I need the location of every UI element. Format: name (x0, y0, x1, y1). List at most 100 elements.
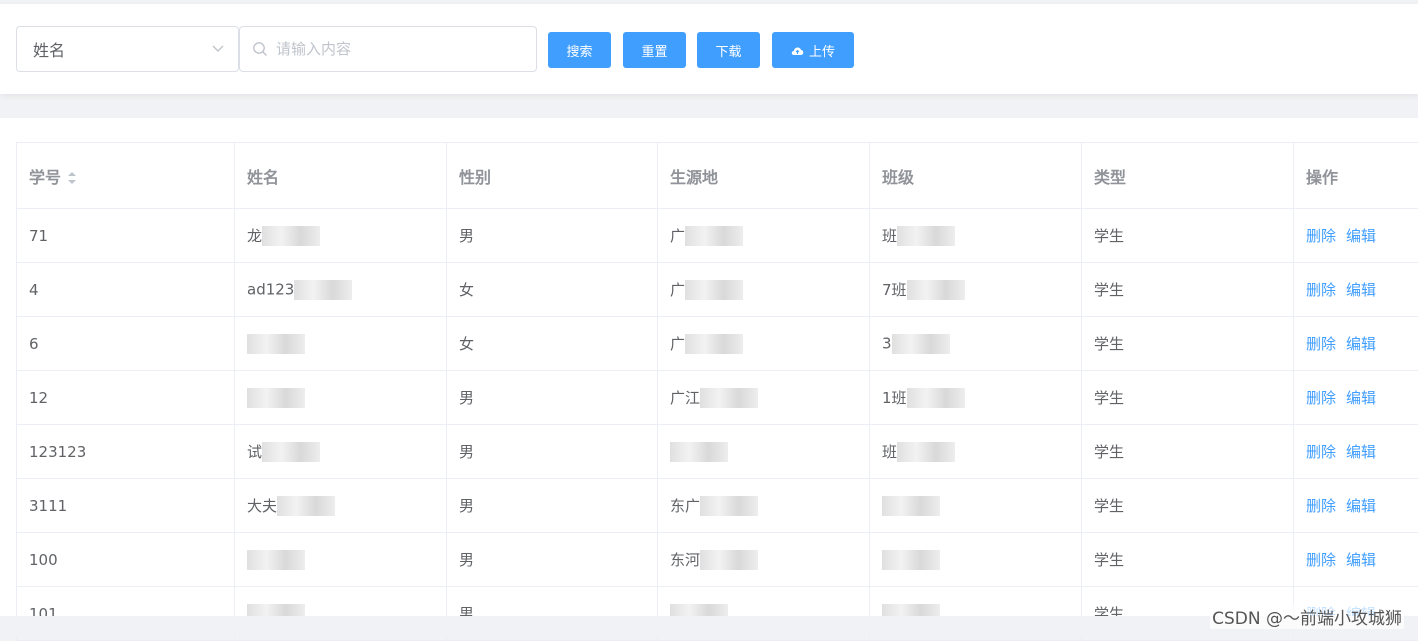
cell-class (870, 479, 1082, 533)
cell-type: 学生 (1082, 371, 1294, 425)
cell-class: 班 (870, 425, 1082, 479)
search-field[interactable] (239, 26, 537, 72)
delete-link[interactable]: 删除 (1306, 497, 1336, 515)
edit-link[interactable]: 编辑 (1346, 227, 1376, 245)
cell-gender: 女 (447, 317, 658, 371)
cell-gender: 男 (447, 425, 658, 479)
edit-link[interactable]: 编辑 (1346, 497, 1376, 515)
table-row: 123123试男 班学生删除编辑 (17, 425, 1418, 479)
cell-class: 班 (870, 209, 1082, 263)
redacted-mosaic (700, 496, 758, 516)
redacted-mosaic (700, 388, 758, 408)
cell-origin: 广 (658, 263, 870, 317)
header-origin: 生源地 (658, 143, 870, 209)
cell-gender: 男 (447, 371, 658, 425)
student-table: 学号 姓名 性别 生源地 班级 类型 操作 71龙男广班学生删除编辑4ad123… (16, 142, 1418, 641)
redacted-mosaic (247, 550, 305, 570)
cell-actions: 删除编辑 (1294, 425, 1418, 479)
field-select-value: 姓名 (33, 37, 65, 61)
cell-type: 学生 (1082, 479, 1294, 533)
cell-actions: 删除编辑 (1294, 317, 1418, 371)
edit-link[interactable]: 编辑 (1346, 335, 1376, 353)
redacted-mosaic (897, 226, 955, 246)
cell-origin: 东河 (658, 533, 870, 587)
redacted-mosaic (247, 334, 305, 354)
reset-button[interactable]: 重置 (623, 32, 686, 68)
header-id[interactable]: 学号 (17, 143, 235, 209)
cell-name: ad123 (235, 263, 447, 317)
delete-link[interactable]: 删除 (1306, 227, 1336, 245)
table-row: 100男东河学生删除编辑 (17, 533, 1418, 587)
delete-link[interactable]: 删除 (1306, 389, 1336, 407)
cell-gender: 男 (447, 479, 658, 533)
delete-link[interactable]: 删除 (1306, 551, 1336, 569)
header-class: 班级 (870, 143, 1082, 209)
header-gender: 性别 (447, 143, 658, 209)
upload-button[interactable]: 上传 (772, 32, 854, 68)
cell-class: 3 (870, 317, 1082, 371)
cell-origin: 广 (658, 317, 870, 371)
cell-name: 试 (235, 425, 447, 479)
cell-type: 学生 (1082, 317, 1294, 371)
download-button[interactable]: 下载 (697, 32, 760, 68)
cell-id: 6 (17, 317, 235, 371)
field-select[interactable]: 姓名 (16, 26, 239, 72)
redacted-mosaic (882, 496, 940, 516)
redacted-mosaic (907, 280, 965, 300)
table-row: 71龙男广班学生删除编辑 (17, 209, 1418, 263)
cell-type: 学生 (1082, 533, 1294, 587)
cell-id: 4 (17, 263, 235, 317)
cell-id: 3111 (17, 479, 235, 533)
cell-type: 学生 (1082, 263, 1294, 317)
cell-type: 学生 (1082, 209, 1294, 263)
watermark: CSDN @～前端小攻城狮 (1210, 604, 1404, 629)
search-button[interactable]: 搜索 (548, 32, 611, 68)
delete-link[interactable]: 删除 (1306, 443, 1336, 461)
redacted-mosaic (892, 334, 950, 354)
chevron-down-icon (212, 42, 224, 54)
toolbar: 姓名 搜索 重置 下载 上传 (0, 4, 1418, 94)
delete-link[interactable]: 删除 (1306, 335, 1336, 353)
redacted-mosaic (700, 550, 758, 570)
search-input[interactable] (276, 40, 516, 58)
edit-link[interactable]: 编辑 (1346, 551, 1376, 569)
redacted-mosaic (262, 442, 320, 462)
header-type: 类型 (1082, 143, 1294, 209)
table-header-row: 学号 姓名 性别 生源地 班级 类型 操作 (17, 143, 1418, 209)
cell-origin: 广 (658, 209, 870, 263)
footer-bar (0, 616, 1418, 636)
cell-actions: 删除编辑 (1294, 263, 1418, 317)
cell-type: 学生 (1082, 425, 1294, 479)
cell-class: 7班 (870, 263, 1082, 317)
sort-icon[interactable] (67, 170, 77, 186)
edit-link[interactable]: 编辑 (1346, 281, 1376, 299)
cell-name (235, 371, 447, 425)
delete-link[interactable]: 删除 (1306, 281, 1336, 299)
redacted-mosaic (685, 226, 743, 246)
redacted-mosaic (685, 280, 743, 300)
cell-actions: 删除编辑 (1294, 209, 1418, 263)
table-body: 71龙男广班学生删除编辑4ad123女广7班学生删除编辑6女广3学生删除编辑12… (17, 209, 1418, 641)
edit-link[interactable]: 编辑 (1346, 389, 1376, 407)
redacted-mosaic (685, 334, 743, 354)
table-panel: 学号 姓名 性别 生源地 班级 类型 操作 71龙男广班学生删除编辑4ad123… (0, 118, 1418, 618)
cell-origin: 广江 (658, 371, 870, 425)
header-name: 姓名 (235, 143, 447, 209)
cell-origin: 东广 (658, 479, 870, 533)
cell-id: 100 (17, 533, 235, 587)
table-row: 4ad123女广7班学生删除编辑 (17, 263, 1418, 317)
header-id-label: 学号 (29, 168, 61, 187)
edit-link[interactable]: 编辑 (1346, 443, 1376, 461)
redacted-mosaic (897, 442, 955, 462)
cell-id: 123123 (17, 425, 235, 479)
cell-actions: 删除编辑 (1294, 533, 1418, 587)
redacted-mosaic (907, 388, 965, 408)
cell-origin (658, 425, 870, 479)
cell-id: 12 (17, 371, 235, 425)
search-icon (252, 41, 268, 57)
cell-name (235, 533, 447, 587)
redacted-mosaic (262, 226, 320, 246)
cell-name (235, 317, 447, 371)
table-row: 12男广江1班学生删除编辑 (17, 371, 1418, 425)
cell-class (870, 533, 1082, 587)
